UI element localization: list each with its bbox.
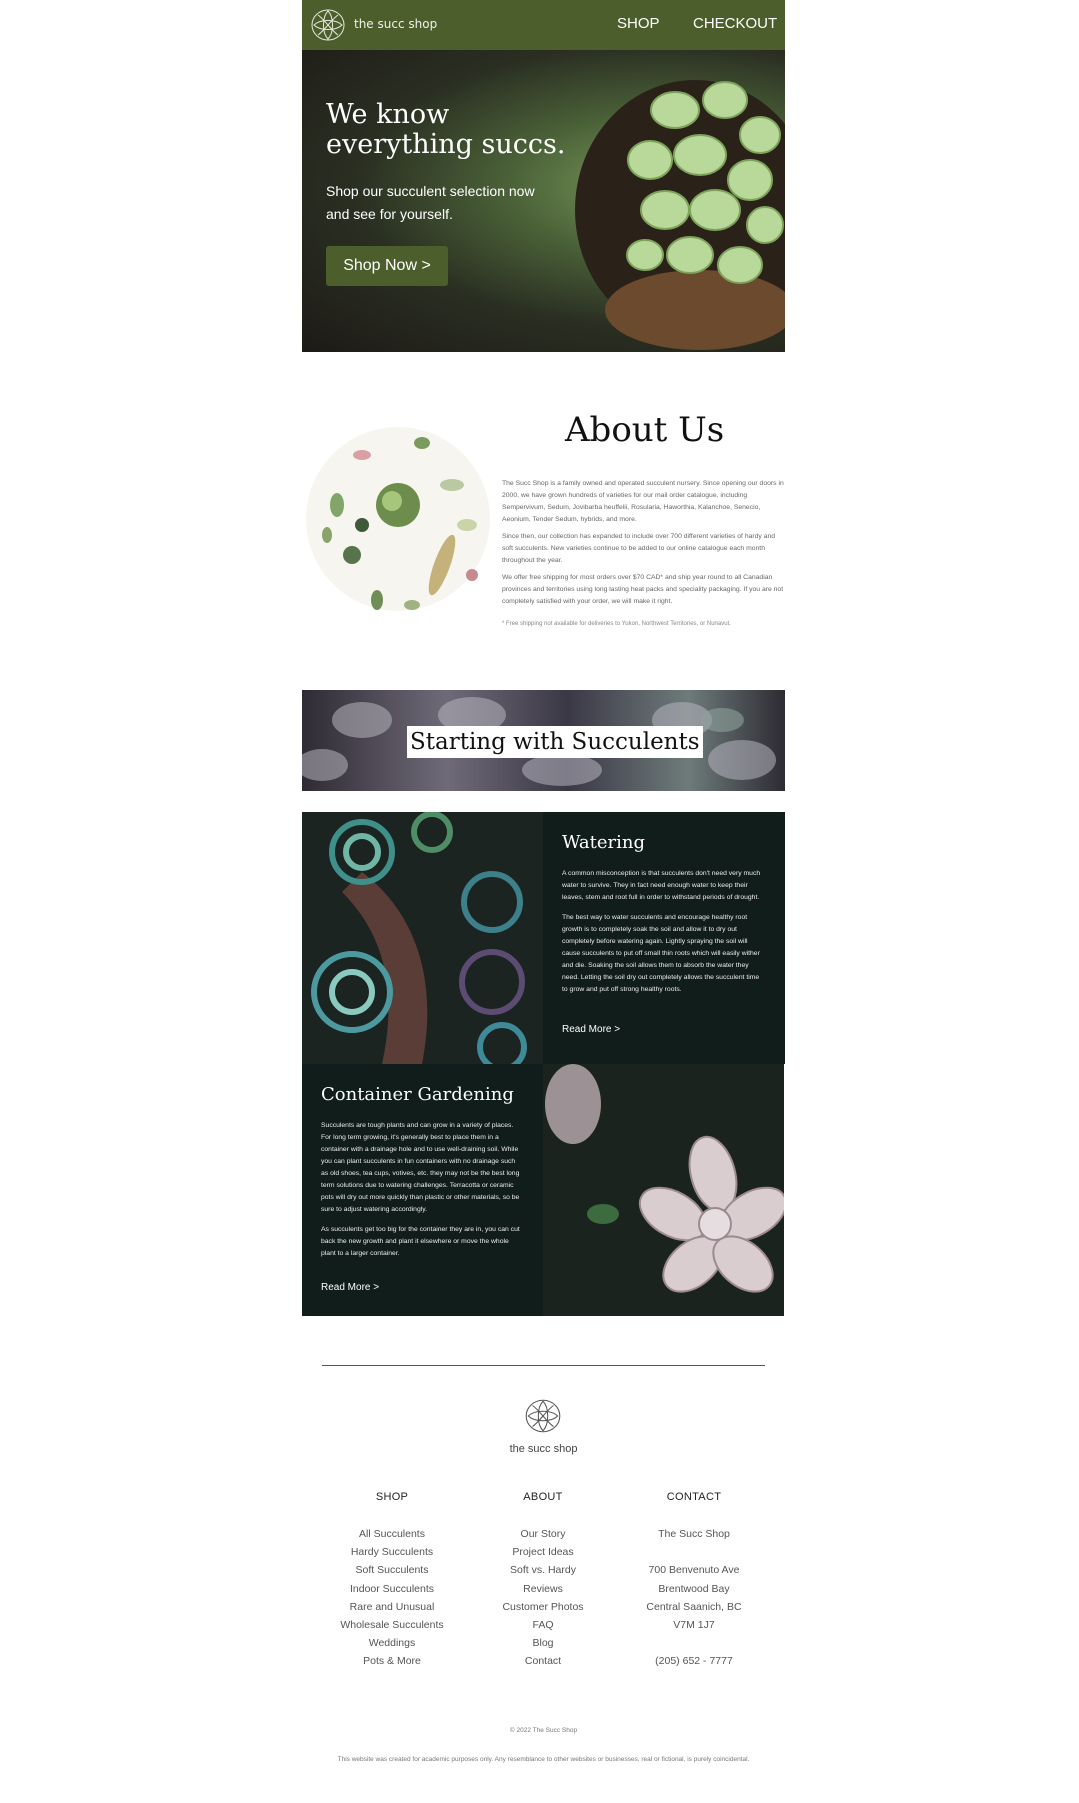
footer-about-column: ABOUT Our Story Project Ideas Soft vs. H… xyxy=(473,1491,613,1671)
footer-link[interactable]: FAQ xyxy=(473,1616,613,1634)
footer-link[interactable]: Blog xyxy=(473,1634,613,1652)
copyright-text: © 2022 The Succ Shop xyxy=(509,1727,578,1734)
contact-name: The Succ Shop xyxy=(658,1528,730,1540)
hero-section: We know everything succs. Shop our succu… xyxy=(302,50,785,352)
footer-link[interactable]: Indoor Succulents xyxy=(322,1580,462,1598)
nav-shop-link[interactable]: SHOP xyxy=(617,15,660,32)
container-gardening-image xyxy=(543,1064,784,1316)
succulent-collage-image xyxy=(306,427,490,611)
succulents-banner: Starting with Succulents xyxy=(302,690,785,791)
contact-address-line: Central Saanich, BC xyxy=(646,1600,742,1613)
succulent-logo-icon[interactable] xyxy=(308,5,348,45)
contact-address-line: 700 Benvenuto Ave xyxy=(648,1564,740,1577)
succulent-logo-icon[interactable] xyxy=(522,1395,564,1437)
footer-link[interactable]: Our Story xyxy=(473,1525,613,1543)
disclaimer-text: This website was created for academic pu… xyxy=(337,1756,750,1763)
container-gardening-body: Succulents are tough plants and can grow… xyxy=(321,1120,524,1268)
footer-link[interactable]: Contact xyxy=(473,1652,613,1670)
contact-address-line: V7M 1J7 xyxy=(673,1619,715,1632)
about-paragraph: Since then, our collection has expanded … xyxy=(502,533,776,564)
footer-divider xyxy=(322,1365,765,1366)
hero-subtitle: Shop our succulent selection now and see… xyxy=(326,183,535,222)
succulent-hero-image xyxy=(575,80,785,350)
watering-body: A common misconception is that succulent… xyxy=(562,868,765,1004)
footer-link[interactable]: Soft vs. Hardy xyxy=(473,1561,613,1579)
banner-title: Starting with Succulents xyxy=(407,726,703,758)
container-gardening-title: Container Gardening xyxy=(321,1084,514,1105)
watering-image xyxy=(302,812,543,1064)
footer-brand-name: the succ shop xyxy=(509,1443,578,1455)
footer-link[interactable]: Soft Succulents xyxy=(322,1561,462,1579)
footer-link[interactable]: Customer Photos xyxy=(473,1598,613,1616)
shipping-footnote: * Free shipping not available for delive… xyxy=(502,621,731,627)
footer-contact-heading: CONTACT xyxy=(666,1491,722,1503)
footer-link[interactable]: Weddings xyxy=(322,1634,462,1652)
nav-checkout-link[interactable]: CHECKOUT xyxy=(693,15,777,32)
footer-link[interactable]: Project Ideas xyxy=(473,1543,613,1561)
contact-address-line: Brentwood Bay xyxy=(658,1582,730,1595)
container-paragraph: As succulents get too big for the contai… xyxy=(321,1226,520,1257)
watering-title: Watering xyxy=(562,832,646,853)
footer-link[interactable]: Wholesale Succulents xyxy=(322,1616,462,1634)
footer-link[interactable]: Pots & More xyxy=(322,1652,462,1670)
contact-phone[interactable]: (205) 652 - 7777 xyxy=(624,1652,764,1670)
about-title: About Us xyxy=(565,410,725,450)
about-paragraph: We offer free shipping for most orders o… xyxy=(502,574,784,605)
footer-link[interactable]: All Succulents xyxy=(322,1525,462,1543)
container-read-more-link[interactable]: Read More > xyxy=(321,1282,379,1293)
container-paragraph: Succulents are tough plants and can grow… xyxy=(321,1122,520,1213)
brand-name[interactable]: the succ shop xyxy=(354,17,437,31)
footer-shop-heading: SHOP xyxy=(375,1491,409,1503)
footer-link[interactable]: Reviews xyxy=(473,1580,613,1598)
watering-read-more-link[interactable]: Read More > xyxy=(562,1024,620,1035)
container-gardening-card: Container Gardening Succulents are tough… xyxy=(302,1064,544,1316)
watering-paragraph: A common misconception is that succulent… xyxy=(562,870,761,901)
contact-spacer xyxy=(624,1634,764,1652)
footer-contact-column: CONTACT The Succ Shop 700 Benvenuto Ave … xyxy=(624,1491,764,1671)
about-text: The Succ Shop is a family owned and oper… xyxy=(502,478,785,613)
succulent-pink-rosette-image xyxy=(543,1064,784,1316)
hero-title: We know everything succs. xyxy=(326,99,566,160)
watering-paragraph: The best way to water succulents and enc… xyxy=(562,914,760,993)
site-header: the succ shop SHOP CHECKOUT xyxy=(302,0,785,50)
footer-about-heading: ABOUT xyxy=(523,1491,563,1503)
about-paragraph: The Succ Shop is a family owned and oper… xyxy=(502,480,784,523)
watering-card: Watering A common misconception is that … xyxy=(543,812,785,1064)
footer-link[interactable]: Rare and Unusual xyxy=(322,1598,462,1616)
page: the succ shop SHOP CHECKOUT We know ever… xyxy=(0,0,1079,1803)
footer-shop-column: SHOP All Succulents Hardy Succulents Sof… xyxy=(322,1491,462,1671)
footer-link[interactable]: Hardy Succulents xyxy=(322,1543,462,1561)
contact-spacer xyxy=(624,1543,764,1561)
shop-now-button[interactable]: Shop Now > xyxy=(326,246,448,286)
succulent-rosettes-image xyxy=(302,812,543,1064)
